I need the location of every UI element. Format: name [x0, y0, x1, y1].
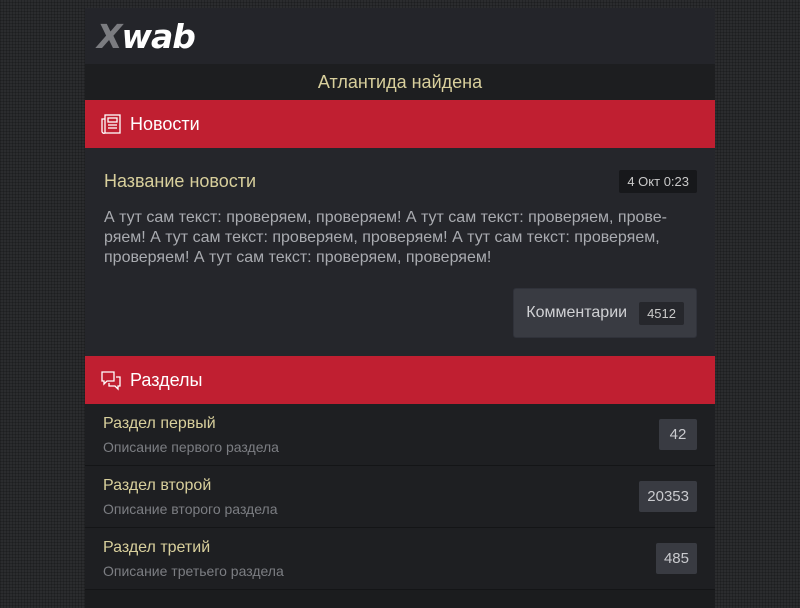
- newspaper-icon: [100, 113, 122, 135]
- section-description: Описание первого раздела: [103, 438, 279, 455]
- sections-header[interactable]: Разделы: [85, 356, 715, 404]
- sections-title: Разделы: [130, 369, 203, 390]
- section-count-badge: 42: [659, 419, 697, 450]
- logo-bar: Xwab: [85, 8, 715, 64]
- comments-label: Комментарии: [526, 304, 628, 321]
- section-description: Описание третьего раздела: [103, 562, 284, 579]
- news-section-title: Новости: [130, 113, 200, 134]
- section-count-badge: 20353: [639, 481, 697, 512]
- sections-list: Раздел первый Описание первого раздела 4…: [85, 404, 715, 590]
- next-section-strip: [85, 590, 715, 608]
- section-name: Раздел первый: [103, 414, 216, 432]
- news-item: Название новости 4 Окт 0:23 А тут сам те…: [85, 148, 715, 356]
- news-section-header[interactable]: Новости: [85, 100, 715, 148]
- section-count-badge: 485: [655, 543, 697, 574]
- section-name: Раздел третий: [103, 538, 211, 556]
- comments-button[interactable]: Комментарии 4512: [513, 288, 697, 338]
- section-row-third[interactable]: Раздел третий Описание третьего раздела …: [85, 528, 715, 590]
- site-logo[interactable]: Xwab: [97, 17, 196, 56]
- section-name: Раздел второй: [103, 476, 212, 494]
- chat-bubbles-icon: [100, 369, 122, 391]
- announcement-banner: Атлантида найдена: [85, 64, 715, 100]
- section-row-first[interactable]: Раздел первый Описание первого раздела 4…: [85, 404, 715, 466]
- comments-count-badge: 4512: [639, 301, 684, 325]
- news-title[interactable]: Название новости: [104, 171, 256, 192]
- page-container: Xwab Атлантида найдена Новости Название …: [85, 8, 715, 608]
- news-text: А тут сам текст: проверяем, проверяем! А…: [104, 209, 667, 266]
- news-date: 4 Окт 0:23: [619, 170, 697, 193]
- section-row-second[interactable]: Раздел второй Описание второго раздела 2…: [85, 466, 715, 528]
- section-description: Описание второго раздела: [103, 500, 278, 517]
